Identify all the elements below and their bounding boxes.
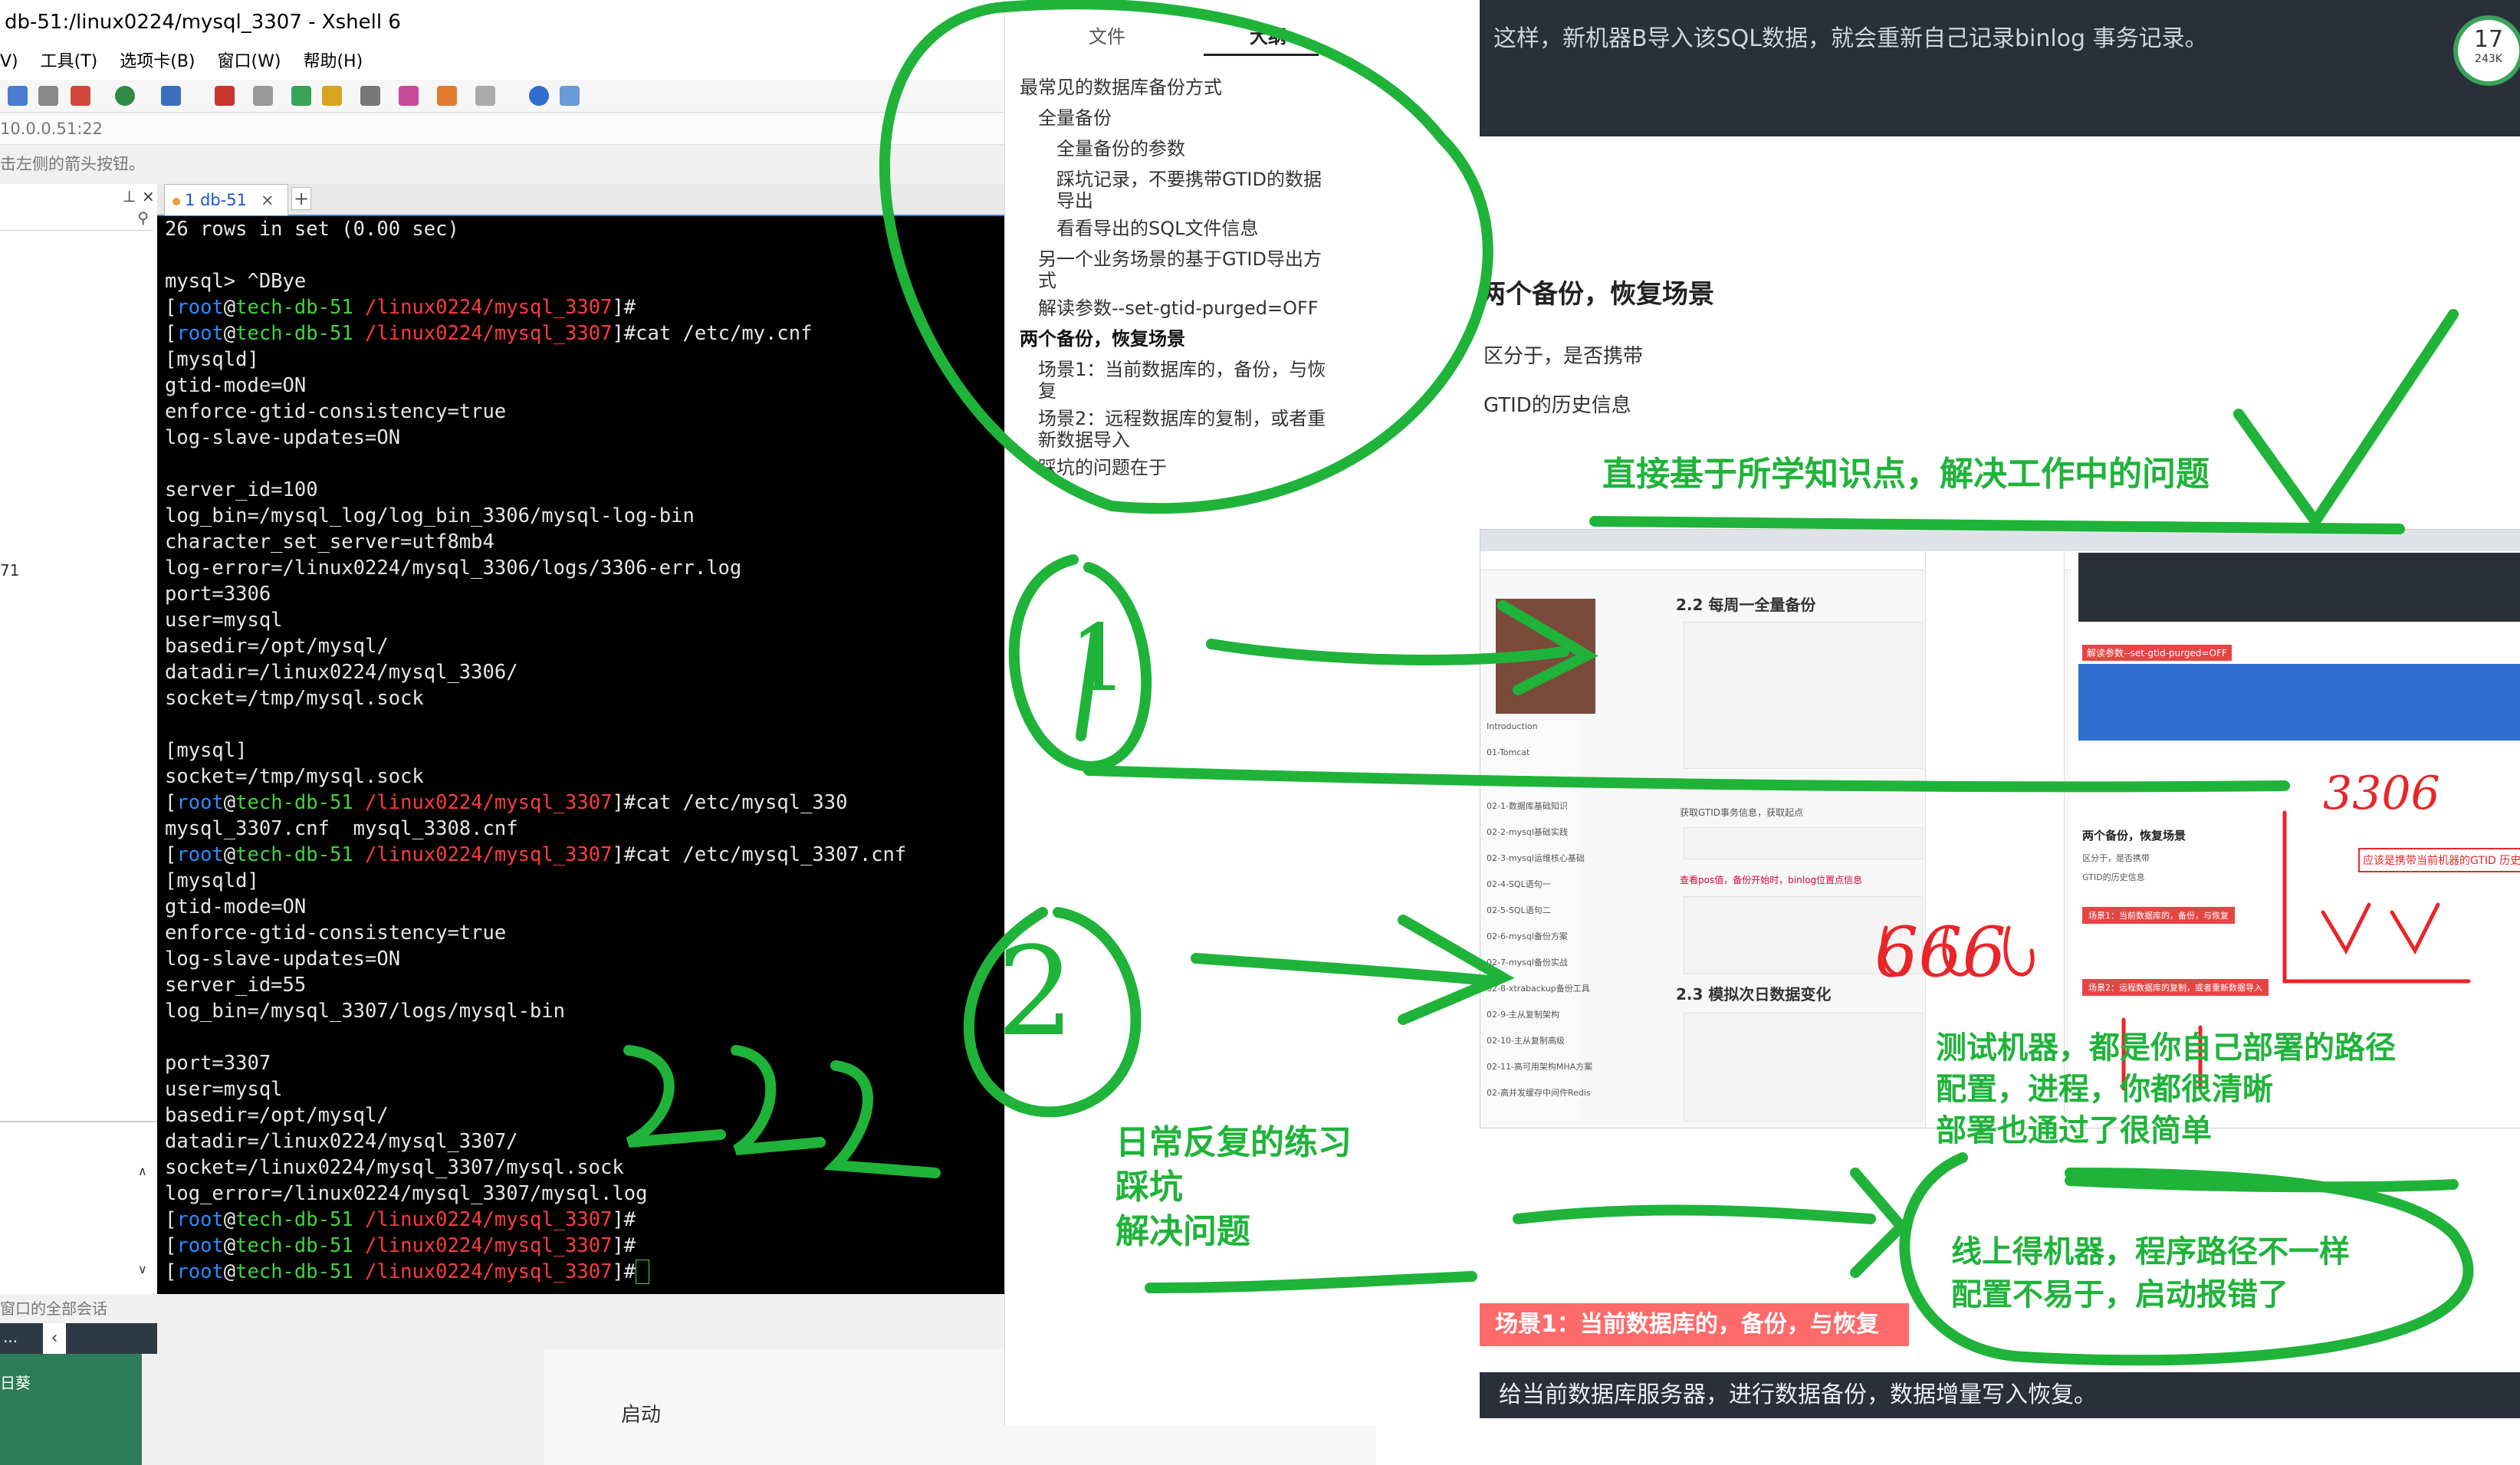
annotation-number-1: 1 xyxy=(1069,606,1129,712)
annotation-online: 线上得机器，程序路径不一样 配置不易于，启动报错了 xyxy=(1951,1230,2350,1316)
online-line-1: 线上得机器，程序路径不一样 xyxy=(1951,1234,2350,1270)
test-line-2: 配置，进程，你都很清晰 xyxy=(1936,1072,2273,1107)
ellipse-outline-icon xyxy=(879,0,1493,514)
red-checks-icon xyxy=(2321,902,2440,955)
arrow-3-line-icon xyxy=(1513,1204,1876,1224)
daily-line-3: 解决问题 xyxy=(1115,1212,1250,1251)
check-mark-icon xyxy=(2233,309,2459,531)
arrow-1-line-icon xyxy=(1206,639,1569,665)
annotation-666: 666 xyxy=(1874,912,2006,993)
arrow-1-head-icon xyxy=(1497,600,1598,695)
test-line-3: 部署也通过了很简单 xyxy=(1936,1113,2212,1148)
annotation-daily: 日常反复的练习 踩坑 解决问题 xyxy=(1115,1121,1352,1254)
arrow-2-line-icon xyxy=(1191,953,1500,987)
annotation-title: 直接基于所学知识点，解决工作中的问题 xyxy=(1602,455,2210,494)
underline-green-1-icon xyxy=(1589,516,2405,534)
annotation-test: 测试机器，都是你自己部署的路径 配置，进程，你都很清晰 部署也通过了很简单 xyxy=(1936,1027,2396,1151)
underline-green-3-icon xyxy=(1145,1271,1477,1293)
online-line-2: 配置不易于，启动报错了 xyxy=(1951,1277,2288,1312)
red-box-icon xyxy=(2282,810,2471,984)
annotation-number-2: 2 xyxy=(997,920,1075,1063)
annotation-3306: 3306 xyxy=(2323,767,2440,820)
underline-long-icon xyxy=(1083,765,2290,793)
underline-green-2-icon xyxy=(2065,1175,2459,1193)
daily-line-2: 踩坑 xyxy=(1115,1168,1183,1207)
test-line-1: 测试机器，都是你自己部署的路径 xyxy=(1936,1030,2396,1066)
daily-line-1: 日常反复的练习 xyxy=(1115,1123,1352,1162)
